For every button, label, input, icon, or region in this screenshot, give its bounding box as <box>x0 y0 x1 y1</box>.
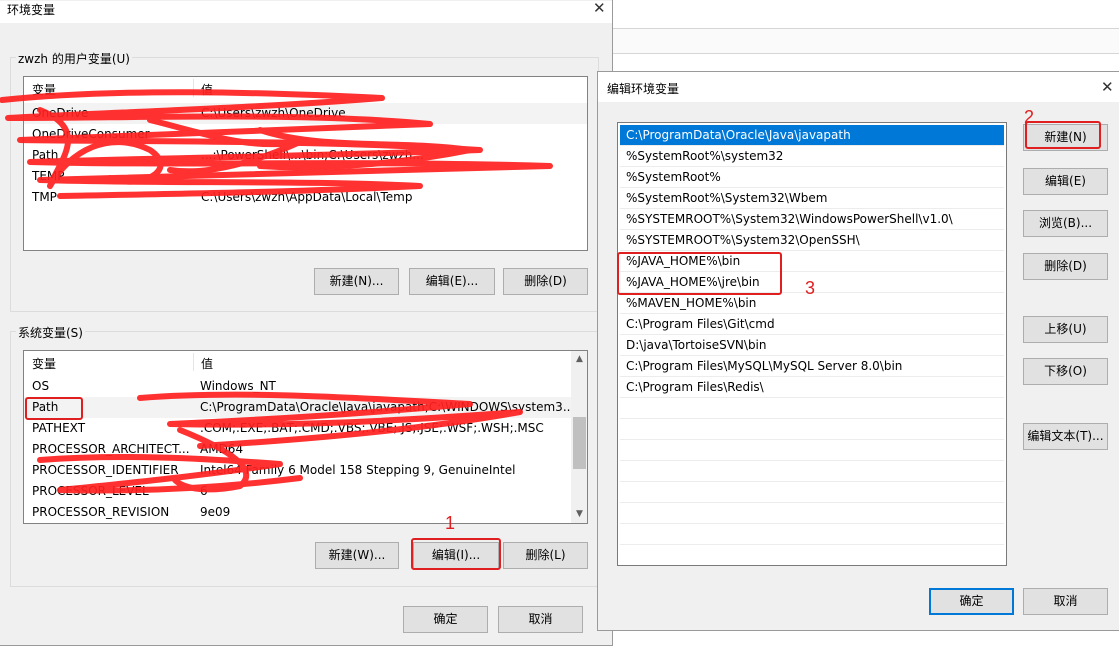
list-item-empty[interactable] <box>620 482 1004 503</box>
annotation-step-2: 2 <box>1024 107 1035 127</box>
path-text: C:\Program Files\Redis\ <box>626 380 764 394</box>
path-text: C:\ProgramData\Oracle\Java\javapath <box>626 128 851 142</box>
background-window-bar <box>613 28 1119 54</box>
list-item[interactable]: %SystemRoot%\System32\Wbem <box>620 188 1004 209</box>
path-text: D:\java\TortoiseSVN\bin <box>626 338 767 352</box>
annotation-step-1: 1 <box>445 513 456 533</box>
path-text: C:\Program Files\Git\cmd <box>626 317 775 331</box>
list-item[interactable]: %SYSTEMROOT%\System32\OpenSSH\ <box>620 230 1004 251</box>
list-item-empty[interactable] <box>620 524 1004 545</box>
path-text: %SystemRoot%\System32\Wbem <box>626 191 828 205</box>
redaction-scribble <box>0 89 553 494</box>
list-item-empty[interactable] <box>620 440 1004 461</box>
highlight-java-home-entries <box>617 252 782 295</box>
annotation-step-3: 3 <box>805 278 816 298</box>
path-edit-button[interactable]: 编辑(E) <box>1023 168 1108 195</box>
path-cancel-button[interactable]: 取消 <box>1023 588 1108 615</box>
path-text: C:\Program Files\MySQL\MySQL Server 8.0\… <box>626 359 903 373</box>
list-item-empty[interactable] <box>620 398 1004 419</box>
list-item[interactable]: C:\Program Files\Redis\ <box>620 377 1004 398</box>
edit-dialog-titlebar: 编辑环境变量 ✕ <box>598 72 1119 102</box>
list-item[interactable]: D:\java\TortoiseSVN\bin <box>620 335 1004 356</box>
list-item-empty[interactable] <box>620 503 1004 524</box>
list-item-empty[interactable] <box>620 461 1004 482</box>
list-item[interactable]: %SystemRoot% <box>620 167 1004 188</box>
path-text: %SystemRoot% <box>626 170 721 184</box>
path-edit-text-button[interactable]: 编辑文本(T)... <box>1023 423 1108 450</box>
close-icon[interactable]: ✕ <box>1101 80 1114 95</box>
highlight-system-path <box>25 397 83 420</box>
edit-dialog-title: 编辑环境变量 <box>607 82 680 96</box>
path-text: %MAVEN_HOME%\bin <box>626 296 757 310</box>
path-delete-button[interactable]: 删除(D) <box>1023 253 1108 280</box>
list-item[interactable]: %SystemRoot%\system32 <box>620 146 1004 167</box>
list-item[interactable]: C:\Program Files\Git\cmd <box>620 314 1004 335</box>
path-text: %SYSTEMROOT%\System32\OpenSSH\ <box>626 233 860 247</box>
path-entries-list[interactable]: C:\ProgramData\Oracle\Java\javapath %Sys… <box>617 122 1007 566</box>
path-move-up-button[interactable]: 上移(U) <box>1023 316 1108 343</box>
path-ok-button[interactable]: 确定 <box>929 588 1014 615</box>
path-text: %SystemRoot%\system32 <box>626 149 784 163</box>
highlight-system-edit-button <box>411 538 501 570</box>
list-item[interactable]: C:\ProgramData\Oracle\Java\javapath <box>620 125 1004 146</box>
list-item-empty[interactable] <box>620 419 1004 440</box>
path-browse-button[interactable]: 浏览(B)... <box>1023 210 1108 237</box>
highlight-path-new-button <box>1025 121 1101 149</box>
path-text: %SYSTEMROOT%\System32\WindowsPowerShell\… <box>626 212 953 226</box>
list-item[interactable]: %SYSTEMROOT%\System32\WindowsPowerShell\… <box>620 209 1004 230</box>
path-move-down-button[interactable]: 下移(O) <box>1023 358 1108 385</box>
background-window <box>612 0 1119 72</box>
list-item[interactable]: C:\Program Files\MySQL\MySQL Server 8.0\… <box>620 356 1004 377</box>
